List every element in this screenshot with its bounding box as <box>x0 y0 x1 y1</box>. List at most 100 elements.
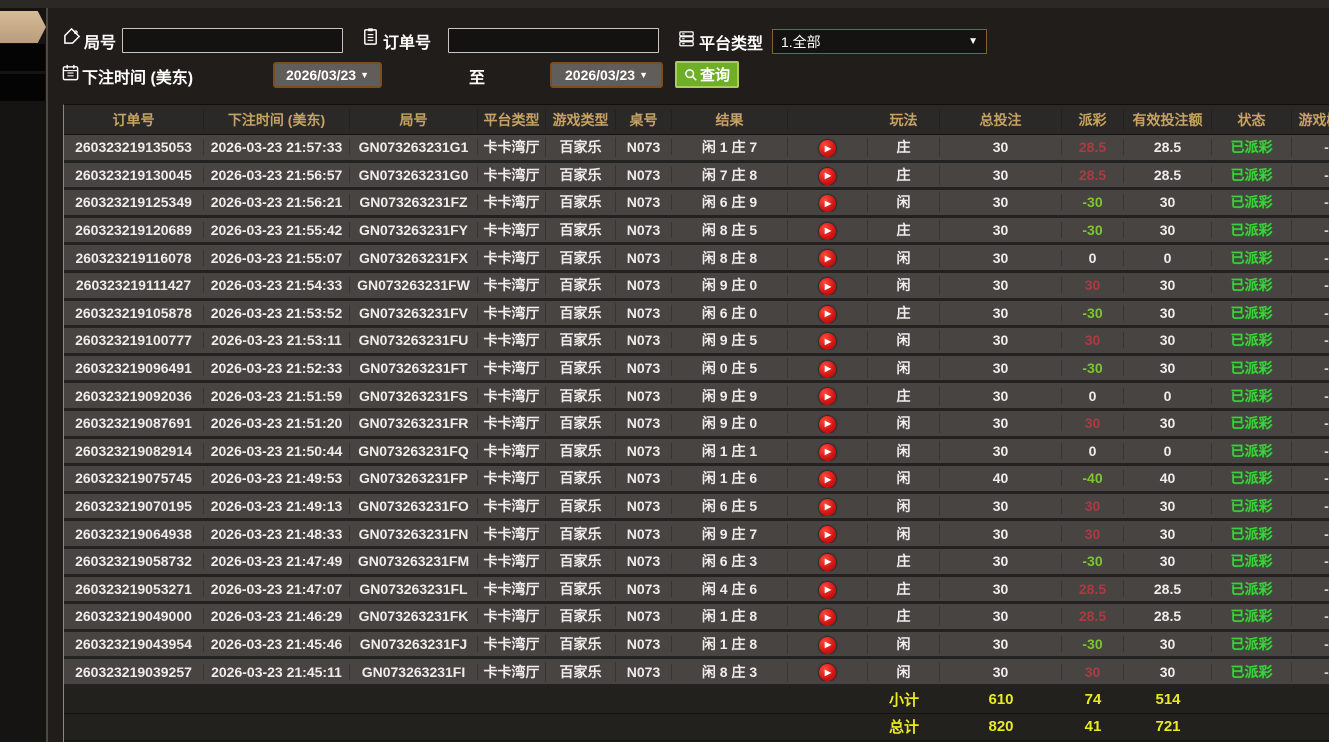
play-icon[interactable]: ▶ <box>819 278 836 296</box>
table-row: 260323219064938 2026-03-23 21:48:33 GN07… <box>64 521 1329 549</box>
cell-replay: ▶ <box>788 606 868 627</box>
sidebar-item-2[interactable] <box>0 74 45 101</box>
table-footer: 小计 610 74 514 总计 820 41 721 <box>64 686 1329 741</box>
cell-wanfa: 庄 <box>868 220 940 241</box>
cell-game: 百家乐 <box>546 164 616 185</box>
play-icon[interactable]: ▶ <box>819 140 836 158</box>
chevron-down-icon: ▼ <box>639 70 648 80</box>
play-icon[interactable]: ▶ <box>819 664 836 682</box>
round-input[interactable] <box>122 28 343 53</box>
play-icon[interactable]: ▶ <box>819 415 836 433</box>
cell-platform: 卡卡湾厅 <box>478 385 546 406</box>
cell-order: 260323219100777 <box>64 332 204 349</box>
play-icon[interactable]: ▶ <box>819 195 836 213</box>
platform-label: 平台类型 <box>699 36 764 53</box>
table-row: 260323219135053 2026-03-23 21:57:33 GN07… <box>64 135 1329 163</box>
cell-order: 260323219111427 <box>64 277 204 294</box>
date-to-picker[interactable]: 2026/03/23 ▼ <box>550 62 663 88</box>
header-order: 订单号 <box>64 109 204 130</box>
query-button[interactable]: 查询 <box>675 61 739 88</box>
cell-game: 百家乐 <box>546 523 616 544</box>
cell-platform: 卡卡湾厅 <box>478 413 546 434</box>
tag-icon <box>63 27 82 46</box>
table-row: 260323219105878 2026-03-23 21:53:52 GN07… <box>64 300 1329 329</box>
cell-valid-bet: 0 <box>1124 249 1212 266</box>
order-input[interactable] <box>448 28 659 53</box>
date-from-picker[interactable]: 2026/03/23 ▼ <box>273 62 382 88</box>
play-icon[interactable]: ▶ <box>819 360 836 378</box>
sidebar-ribbon-arrow[interactable] <box>0 11 46 43</box>
cell-game: 百家乐 <box>546 440 616 461</box>
cell-platform: 卡卡湾厅 <box>478 192 546 213</box>
cell-bet-time: 2026-03-23 21:55:42 <box>204 222 350 239</box>
subtotal-row: 小计 610 74 514 <box>64 686 1329 714</box>
cell-round: GN073263231FT <box>350 360 478 377</box>
play-icon[interactable]: ▶ <box>819 553 836 571</box>
play-icon[interactable]: ▶ <box>819 609 836 627</box>
play-icon[interactable]: ▶ <box>819 471 836 489</box>
cell-payout: 0 <box>1062 387 1124 404</box>
cell-replay: ▶ <box>788 275 868 296</box>
cell-total-bet: 30 <box>940 525 1062 542</box>
cell-payout: -40 <box>1062 470 1124 487</box>
play-icon[interactable]: ▶ <box>819 333 836 351</box>
cell-order: 260323219075745 <box>64 470 204 487</box>
play-icon[interactable]: ▶ <box>819 443 836 461</box>
cell-round: GN073263231FO <box>350 498 478 515</box>
cell-order: 260323219135053 <box>64 139 204 156</box>
betting-records-screen: 局号 订单号 平台类型 1.全部 ▼ 下注时间 (美东) 2026/03/23 … <box>0 0 1329 742</box>
cell-total-bet: 30 <box>940 387 1062 404</box>
cell-result: 闲 9 庄 7 <box>672 523 788 544</box>
cell-payout: -30 <box>1062 304 1124 321</box>
play-icon[interactable]: ▶ <box>819 305 836 323</box>
sidebar-item-1[interactable] <box>0 44 45 71</box>
cell-valid-bet: 30 <box>1124 498 1212 515</box>
cell-game-info: - <box>1292 498 1329 514</box>
cell-game: 百家乐 <box>546 496 616 517</box>
cell-replay: ▶ <box>788 303 868 323</box>
cell-replay: ▶ <box>788 220 868 240</box>
play-icon[interactable]: ▶ <box>819 222 836 240</box>
play-icon[interactable]: ▶ <box>819 498 836 516</box>
cell-table-no: N073 <box>616 608 672 625</box>
cell-valid-bet: 0 <box>1124 387 1212 404</box>
cell-replay: ▶ <box>788 551 868 571</box>
cell-wanfa: 闲 <box>868 358 940 379</box>
header-result: 结果 <box>672 109 788 130</box>
cell-table-no: N073 <box>616 249 672 266</box>
cell-table-no: N073 <box>616 415 672 432</box>
cell-game: 百家乐 <box>546 551 616 572</box>
cell-payout: -30 <box>1062 635 1124 652</box>
cell-status: 已派彩 <box>1212 551 1292 572</box>
table-row: 260323219100777 2026-03-23 21:53:11 GN07… <box>64 328 1329 356</box>
cell-replay: ▶ <box>788 468 868 489</box>
subtotal-payout: 74 <box>1084 691 1102 709</box>
header-total-bet: 总投注 <box>940 109 1062 130</box>
cell-payout: 28.5 <box>1062 166 1124 183</box>
cell-total-bet: 30 <box>940 139 1062 156</box>
table-row: 260323219130045 2026-03-23 21:56:57 GN07… <box>64 162 1329 191</box>
play-icon[interactable]: ▶ <box>819 167 836 185</box>
cell-game: 百家乐 <box>546 192 616 213</box>
play-icon[interactable]: ▶ <box>819 636 836 654</box>
play-icon[interactable]: ▶ <box>819 388 836 406</box>
cell-game-info: - <box>1292 443 1329 459</box>
cell-table-no: N073 <box>616 139 672 156</box>
table-row: 260323219111427 2026-03-23 21:54:33 GN07… <box>64 272 1329 301</box>
cell-payout: -30 <box>1062 194 1124 211</box>
table-row: 260323219092036 2026-03-23 21:51:59 GN07… <box>64 383 1329 411</box>
round-label: 局号 <box>84 35 117 52</box>
play-icon[interactable]: ▶ <box>819 250 836 268</box>
cell-game: 百家乐 <box>546 606 616 627</box>
play-icon[interactable]: ▶ <box>819 526 836 544</box>
table-row: 260323219053271 2026-03-23 21:47:07 GN07… <box>64 576 1329 605</box>
cell-status: 已派彩 <box>1212 164 1292 185</box>
cell-game: 百家乐 <box>546 633 616 654</box>
platform-select[interactable]: 1.全部 ▼ <box>772 29 987 54</box>
cell-platform: 卡卡湾厅 <box>478 302 546 323</box>
play-icon[interactable]: ▶ <box>819 581 836 599</box>
cell-result: 闲 1 庄 8 <box>672 606 788 627</box>
cell-total-bet: 30 <box>940 360 1062 377</box>
cell-round: GN073263231FI <box>350 663 478 680</box>
cell-round: GN073263231FW <box>350 277 478 294</box>
